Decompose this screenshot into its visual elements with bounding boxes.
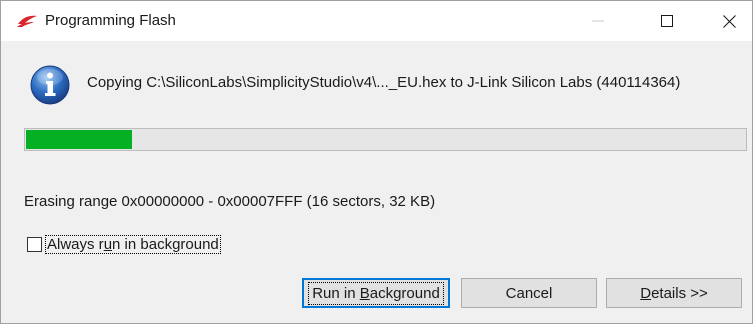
minimize-icon (592, 20, 604, 22)
title-bar[interactable]: Programming Flash (1, 1, 752, 41)
programming-flash-dialog: Programming Flash Copying C:\SiliconLabs… (0, 0, 753, 324)
maximize-icon (661, 15, 673, 27)
always-run-in-background-checkbox[interactable] (27, 236, 42, 252)
maximize-button[interactable] (644, 1, 690, 41)
progress-bar (24, 128, 747, 151)
details-button[interactable]: Details >> (606, 278, 742, 308)
cancel-button[interactable]: Cancel (461, 278, 597, 308)
close-button[interactable] (706, 1, 752, 41)
minimize-button[interactable] (575, 1, 621, 41)
silicon-labs-logo-icon (17, 15, 37, 27)
run-in-background-button[interactable]: Run in Background (302, 278, 450, 308)
always-run-in-background-option[interactable]: Always run in background (27, 234, 221, 254)
progress-bar-fill (26, 130, 133, 149)
window-title: Programming Flash (45, 12, 176, 29)
always-run-in-background-label[interactable]: Always run in background (45, 234, 221, 254)
close-icon (722, 14, 736, 28)
info-icon (30, 65, 70, 105)
status-text: Erasing range 0x00000000 - 0x00007FFF (1… (24, 193, 436, 210)
copy-message: Copying C:\SiliconLabs\SimplicityStudio\… (87, 74, 681, 91)
